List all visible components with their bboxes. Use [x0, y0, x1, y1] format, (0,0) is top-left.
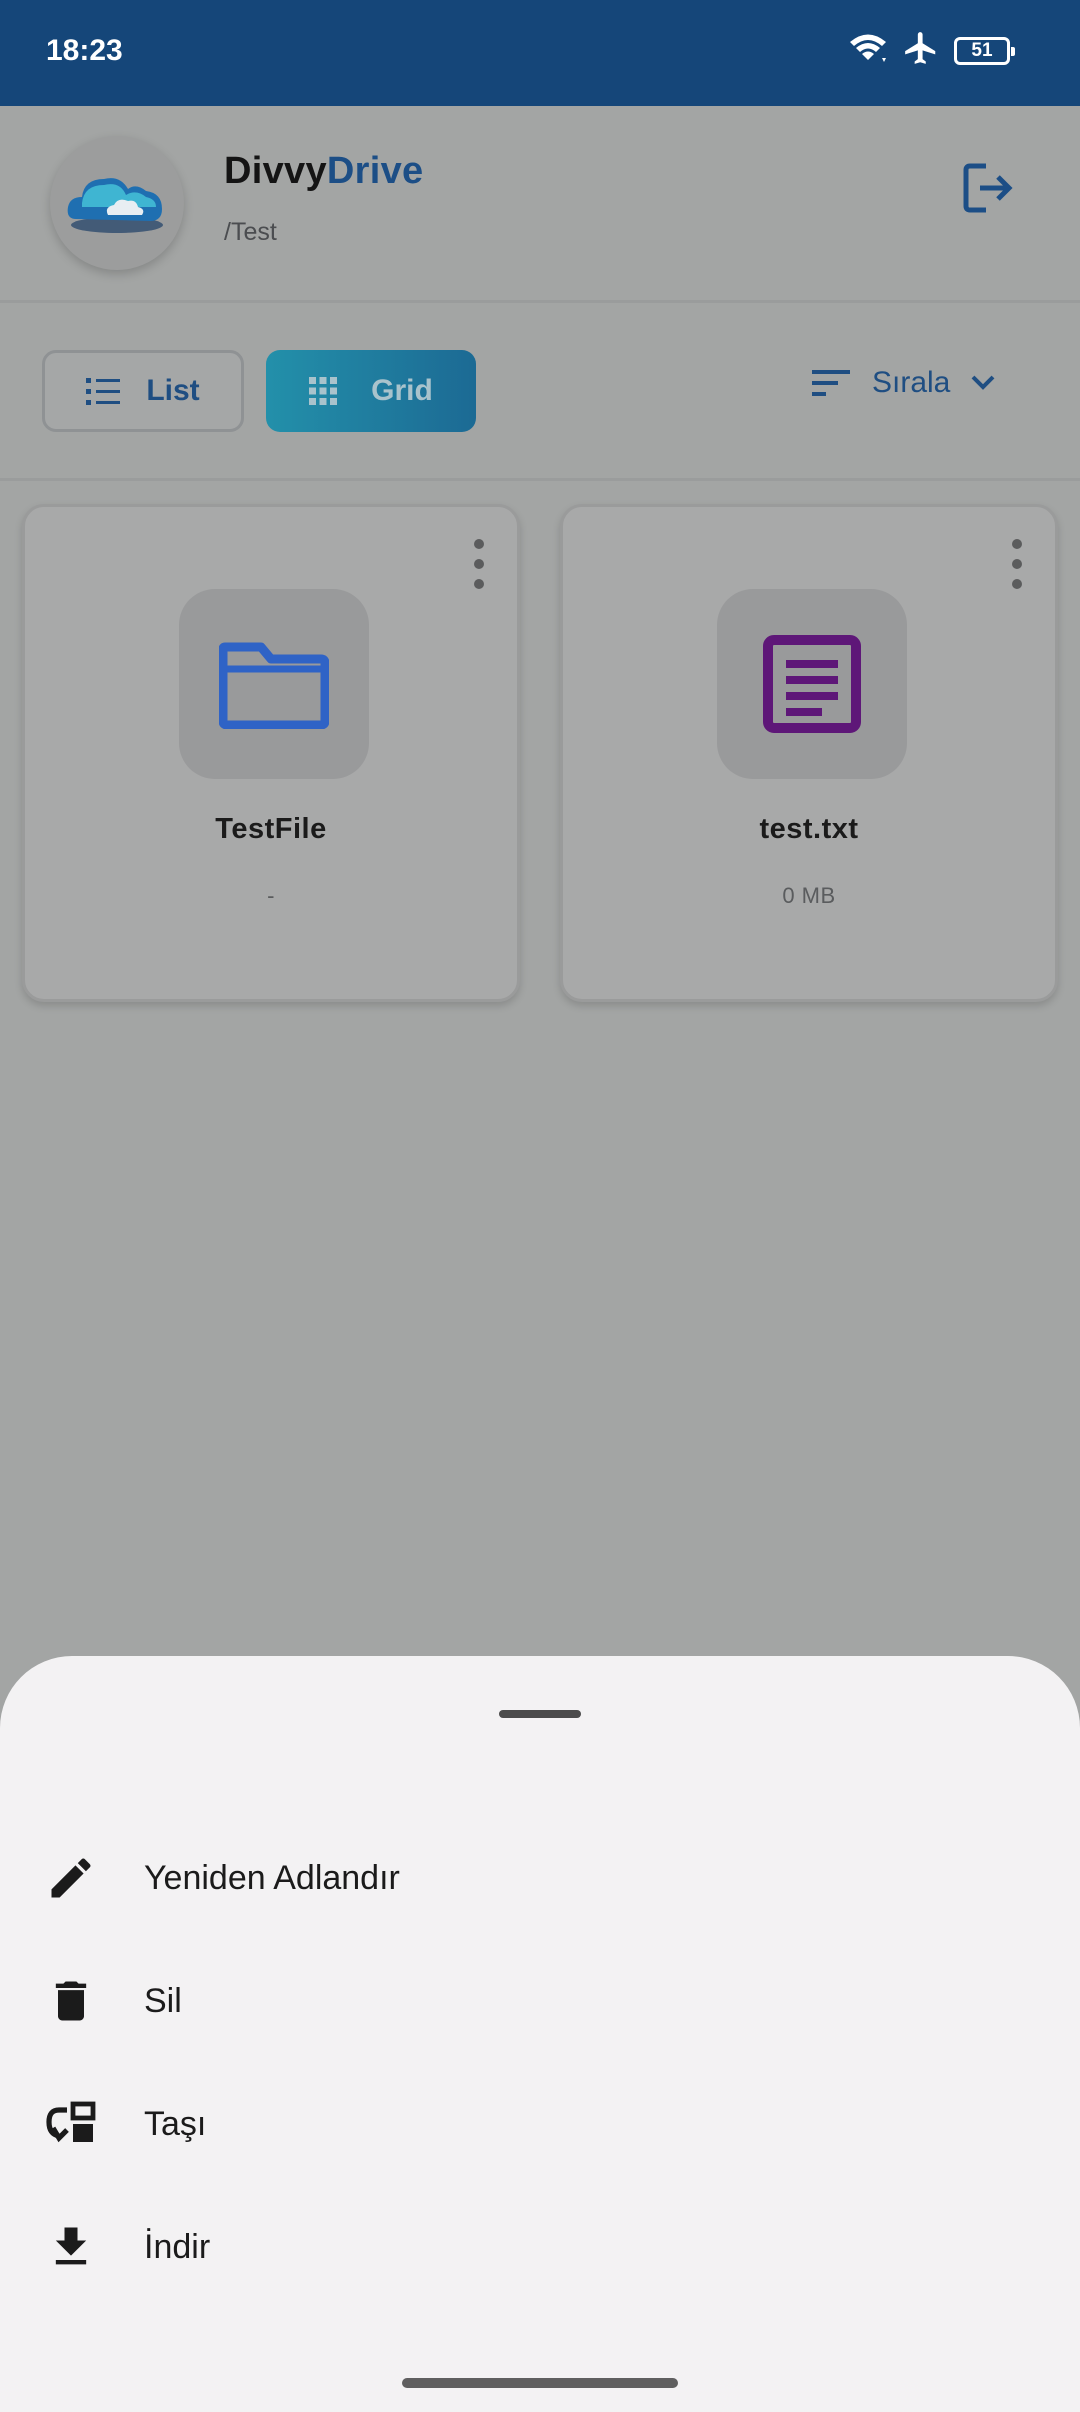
app-logo: [50, 136, 184, 270]
move-label: Taşı: [144, 2104, 207, 2143]
wifi-icon: [848, 31, 888, 70]
app-title: DivvyDrive: [224, 150, 423, 193]
folder-icon-box: [179, 589, 369, 779]
rename-label: Yeniden Adlandır: [144, 1858, 400, 1897]
grid-view-label: Grid: [371, 374, 433, 407]
file-name: TestFile: [215, 813, 327, 845]
current-path: /Test: [224, 218, 277, 246]
status-bar: 18:23 51: [0, 0, 1080, 106]
chevron-down-icon: [971, 375, 995, 390]
drag-handle[interactable]: [499, 1710, 581, 1718]
move-action[interactable]: Taşı: [0, 2064, 1080, 2184]
gesture-nav-bar[interactable]: [402, 2378, 678, 2388]
more-options-icon[interactable]: [1007, 539, 1027, 589]
app-title-part2: Drive: [326, 150, 424, 192]
file-size: -: [267, 883, 275, 908]
toolbar-divider: [0, 478, 1080, 481]
airplane-mode-icon: [902, 28, 940, 73]
view-toolbar: List Grid Sırala: [0, 304, 1080, 480]
app-content: DivvyDrive /Test List Grid Sırala TestFi…: [0, 106, 1080, 1656]
file-size: 0 MB: [782, 883, 836, 908]
text-file-icon: [763, 635, 861, 733]
move-icon: [40, 2093, 102, 2155]
sort-label: Sırala: [872, 366, 951, 399]
text-file-icon-box: [717, 589, 907, 779]
cloud-logo-icon: [67, 178, 163, 233]
status-time: 18:23: [46, 34, 123, 67]
logout-button[interactable]: [960, 160, 1016, 216]
download-icon: [40, 2216, 102, 2278]
download-label: İndir: [144, 2227, 211, 2266]
more-options-icon[interactable]: [469, 539, 489, 589]
list-view-button[interactable]: List: [42, 350, 244, 432]
header-divider: [0, 300, 1080, 303]
bottom-sheet: Yeniden Adlandır Sil Taşı İndir: [0, 1656, 1080, 2412]
app-title-part1: Divvy: [224, 150, 327, 192]
file-card-text[interactable]: test.txt 0 MB: [560, 504, 1058, 1002]
app-header: DivvyDrive /Test: [0, 106, 1080, 302]
battery-indicator: 51: [954, 36, 1015, 65]
grid-icon: [309, 377, 338, 405]
rename-action[interactable]: Yeniden Adlandır: [0, 1818, 1080, 1938]
delete-label: Sil: [144, 1981, 182, 2020]
download-action[interactable]: İndir: [0, 2187, 1080, 2307]
sort-button[interactable]: Sırala: [812, 366, 996, 400]
list-view-label: List: [146, 374, 200, 407]
delete-icon: [40, 1970, 102, 2032]
delete-action[interactable]: Sil: [0, 1941, 1080, 2061]
edit-icon: [40, 1847, 102, 1909]
status-icons: 51: [848, 28, 1015, 73]
sort-icon: [812, 370, 850, 396]
grid-view-button[interactable]: Grid: [266, 350, 476, 432]
list-icon: [86, 378, 121, 405]
folder-icon: [219, 642, 329, 729]
file-card-folder[interactable]: TestFile -: [22, 504, 520, 1002]
file-name: test.txt: [759, 813, 859, 845]
logout-icon: [963, 163, 1013, 213]
